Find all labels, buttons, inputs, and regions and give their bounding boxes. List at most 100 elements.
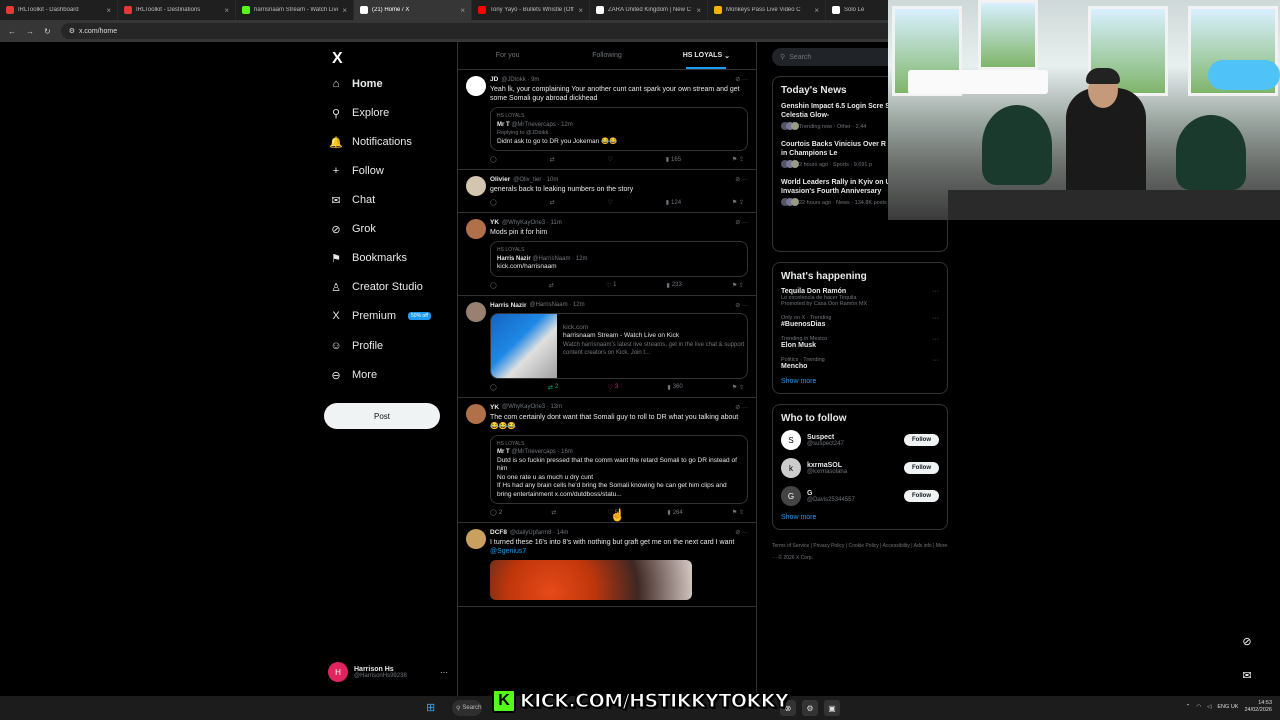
reply-button[interactable]: ◯ 2 bbox=[490, 509, 502, 517]
follow-button[interactable]: Follow bbox=[904, 434, 939, 446]
retweet-button[interactable]: ⇄ bbox=[550, 199, 557, 206]
browser-tab[interactable]: Monkeys Pass Live Video C × bbox=[708, 0, 826, 20]
nav-item-explore[interactable]: ⚲ Explore bbox=[330, 107, 389, 120]
views-button[interactable]: ▮ 124 bbox=[666, 199, 681, 207]
views-button[interactable]: ▮ 165 bbox=[666, 156, 681, 164]
nav-item-creator-studio[interactable]: ♙ Creator Studio bbox=[330, 281, 423, 294]
grok-icon[interactable]: ⊘ bbox=[1236, 630, 1258, 652]
close-icon[interactable]: × bbox=[342, 6, 347, 15]
tweet[interactable]: YK @WhyKayOne3 · 11m ⊘ ··· Mods pin it for … bbox=[458, 213, 756, 296]
follow-suggestion[interactable]: k kxrmaSOL @kxrmasolana Follow bbox=[781, 458, 939, 478]
views-button[interactable]: ▮ 360 bbox=[667, 384, 682, 391]
trend-item[interactable]: Politics · Trending Mencho ··· bbox=[781, 357, 939, 370]
nav-item-follow[interactable]: + Follow bbox=[330, 165, 384, 177]
nav-item-notifications[interactable]: 🔔 Notifications bbox=[329, 136, 412, 149]
language-indicator[interactable]: ENG UK bbox=[1217, 704, 1238, 710]
reload-icon[interactable]: ↻ bbox=[44, 27, 51, 36]
close-icon[interactable]: × bbox=[578, 6, 583, 15]
close-icon[interactable]: × bbox=[460, 6, 465, 15]
post-button[interactable]: Post bbox=[324, 403, 440, 429]
clock[interactable]: 14:53 24/02/2026 bbox=[1244, 700, 1272, 714]
browser-tab[interactable]: Tony Yayo - Bullets Whistle (Offi × bbox=[472, 0, 590, 20]
views-button[interactable]: ▮ 233 bbox=[667, 282, 682, 289]
grok-icon[interactable]: ⊘ ··· bbox=[735, 219, 748, 226]
grok-icon[interactable]: ⊘ ··· bbox=[735, 302, 748, 309]
views-button[interactable]: ▮ 264 bbox=[667, 509, 682, 517]
windows-start-icon[interactable]: ⊞ bbox=[426, 702, 438, 714]
grok-icon[interactable]: ⊘ ··· bbox=[735, 404, 748, 411]
bookmark-icon[interactable]: ⚑ ⇪ bbox=[732, 384, 744, 391]
taskbar-search[interactable]: ⚲ Search bbox=[452, 700, 482, 716]
bookmark-icon[interactable]: ⚑ ⇪ bbox=[732, 509, 744, 516]
follow-suggestion[interactable]: S Suspect @suspect247 Follow bbox=[781, 430, 939, 450]
bookmark-icon[interactable]: ⚑ ⇪ bbox=[732, 282, 744, 289]
avatar[interactable] bbox=[466, 219, 486, 239]
browser-tab[interactable]: IRLToolkit - Destinations × bbox=[118, 0, 236, 20]
tab-hs-loyals[interactable]: HS LOYALS ⌄ bbox=[657, 42, 756, 69]
reply-button[interactable]: ◯ bbox=[490, 282, 499, 289]
author-name[interactable]: Harris Nazir bbox=[490, 302, 527, 309]
nav-item-premium[interactable]: X Premium 50% off bbox=[330, 310, 431, 322]
quoted-tweet[interactable]: HS LOYALS Mr T @MrTnevercaps · 12m Replyin… bbox=[490, 107, 748, 151]
avatar[interactable] bbox=[466, 301, 486, 322]
retweet-button[interactable]: ⇄ bbox=[551, 509, 558, 516]
more-icon[interactable]: ··· bbox=[932, 315, 939, 322]
site-info-icon[interactable]: ⚙ bbox=[69, 27, 75, 35]
retweet-button[interactable]: ⇄ 2 bbox=[548, 384, 558, 391]
nav-item-grok[interactable]: ⊘ Grok bbox=[330, 223, 375, 236]
trend-item[interactable]: Tequila Don Ramón Lo excelencia de hacer … bbox=[781, 288, 939, 307]
like-button[interactable]: ♡ 3 bbox=[607, 384, 618, 391]
settings-icon[interactable]: ⚙ bbox=[802, 700, 818, 716]
follow-button[interactable]: Follow bbox=[904, 462, 939, 474]
nav-item-chat[interactable]: ✉ Chat bbox=[330, 194, 375, 207]
author-name[interactable]: JD bbox=[490, 76, 498, 83]
nav-item-profile[interactable]: ☺ Profile bbox=[330, 340, 383, 352]
tweet[interactable]: Olivier @Oliv_tier · 10m ⊘ ··· generals bac… bbox=[458, 170, 756, 213]
quoted-tweet[interactable]: HS LOYALS Harris Nazir @HarrisNaam · 12m k… bbox=[490, 241, 748, 277]
close-icon[interactable]: × bbox=[814, 6, 819, 15]
trend-item[interactable]: Only on X · Trending #BuenosDias ··· bbox=[781, 315, 939, 328]
like-button[interactable]: ♡ bbox=[607, 199, 614, 206]
app-icon[interactable]: ▣ bbox=[824, 700, 840, 716]
tab-for-you[interactable]: For you bbox=[458, 42, 557, 69]
trend-item[interactable]: Trending in Mexico Elon Musk ··· bbox=[781, 336, 939, 349]
avatar[interactable] bbox=[466, 76, 486, 96]
reply-button[interactable]: ◯ bbox=[490, 156, 499, 163]
nav-item-more[interactable]: ⊖ More bbox=[330, 369, 377, 382]
bookmark-icon[interactable]: ⚑ ⇪ bbox=[732, 156, 744, 163]
link-card[interactable]: kick.com harrisnaam Stream - Watch Live o… bbox=[490, 312, 748, 379]
tweet-image[interactable] bbox=[490, 560, 692, 600]
author-name[interactable]: YK bbox=[490, 219, 499, 226]
x-logo-icon[interactable]: X bbox=[332, 50, 343, 68]
nav-item-home[interactable]: ⌂ Home bbox=[330, 78, 383, 90]
show-more-link[interactable]: Show more bbox=[781, 514, 939, 521]
tweet[interactable]: Harris Nazir @HarrisNaam · 12m ⊘ ··· kick.c… bbox=[458, 296, 756, 398]
retweet-button[interactable]: ⇄ bbox=[550, 156, 557, 163]
more-icon[interactable]: ··· bbox=[932, 336, 939, 343]
follow-suggestion[interactable]: G G @Davis25344557 Follow bbox=[781, 486, 939, 506]
show-more-link[interactable]: Show more bbox=[781, 378, 939, 385]
close-icon[interactable]: × bbox=[224, 6, 229, 15]
close-icon[interactable]: × bbox=[106, 6, 111, 15]
volume-icon[interactable]: ◁ bbox=[1207, 704, 1211, 710]
browser-tab[interactable]: (21) Home / X × bbox=[354, 0, 472, 20]
reply-button[interactable]: ◯ bbox=[490, 384, 499, 391]
grok-icon[interactable]: ⊘ ··· bbox=[735, 176, 748, 183]
footer-links[interactable]: Terms of Service | Privacy Policy | Cook… bbox=[772, 540, 948, 564]
reply-button[interactable]: ◯ bbox=[490, 199, 499, 206]
like-button[interactable]: ♡ bbox=[607, 156, 614, 163]
more-icon[interactable]: ··· bbox=[932, 288, 939, 295]
grok-icon[interactable]: ⊘ ··· bbox=[735, 76, 748, 83]
more-icon[interactable]: ··· bbox=[932, 357, 939, 364]
author-name[interactable]: YK bbox=[490, 404, 499, 411]
tweet[interactable]: DCF8 @dailyUpfarm8 · 14m ⊘ ··· I turned the… bbox=[458, 523, 756, 607]
wifi-icon[interactable]: ◠ bbox=[1196, 704, 1201, 710]
forward-icon[interactable]: → bbox=[26, 27, 34, 36]
avatar[interactable] bbox=[466, 403, 486, 424]
browser-tab[interactable]: harrisnaam Stream - Watch Live × bbox=[236, 0, 354, 20]
tweet[interactable]: YK @WhyKayOne3 · 13m ⊘ ··· The com certainl… bbox=[458, 398, 756, 523]
messages-icon[interactable]: ✉ bbox=[1236, 664, 1258, 686]
avatar[interactable] bbox=[466, 176, 486, 196]
author-name[interactable]: Olivier bbox=[490, 176, 510, 183]
back-icon[interactable]: ← bbox=[8, 27, 16, 36]
